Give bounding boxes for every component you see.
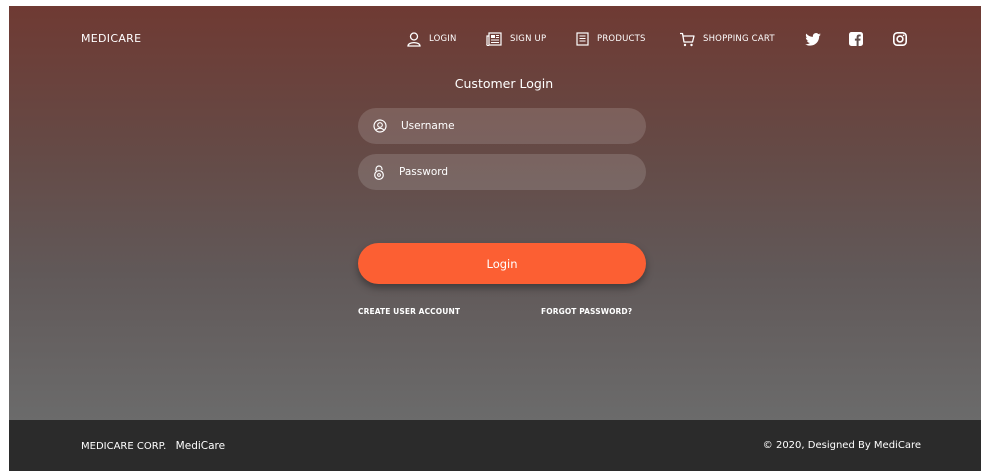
user-circle-icon bbox=[373, 119, 387, 133]
footer-site-name: MediCare bbox=[175, 440, 226, 452]
footer-brand: MEDICARE CORP. MediCare bbox=[81, 440, 225, 452]
lock-icon bbox=[374, 164, 384, 180]
newspaper-icon bbox=[486, 32, 502, 46]
nav-signup[interactable]: SIGN UP bbox=[486, 26, 546, 52]
nav-shopping-cart[interactable]: SHOPPING CART bbox=[679, 26, 775, 52]
login-button[interactable]: Login bbox=[358, 243, 646, 284]
facebook-icon bbox=[849, 32, 863, 46]
username-field-wrapper bbox=[358, 108, 646, 144]
instagram-link[interactable] bbox=[891, 30, 909, 48]
login-form-title: Customer Login bbox=[454, 76, 554, 91]
password-field-wrapper bbox=[358, 154, 646, 190]
cart-icon bbox=[680, 32, 695, 46]
nav-cart-label: SHOPPING CART bbox=[703, 34, 775, 44]
username-input[interactable] bbox=[401, 120, 621, 132]
nav-login-label: LOGIN bbox=[429, 34, 457, 44]
password-input[interactable] bbox=[399, 166, 619, 178]
page-frame: MEDICARE LOGIN SIGN UP PRODUCTS SHOPPING… bbox=[9, 6, 981, 471]
twitter-icon bbox=[805, 32, 821, 46]
create-account-link[interactable]: CREATE USER ACCOUNT bbox=[358, 307, 460, 316]
facebook-link[interactable] bbox=[847, 30, 865, 48]
instagram-icon bbox=[893, 32, 907, 46]
user-icon bbox=[407, 31, 421, 47]
nav-login[interactable]: LOGIN bbox=[407, 26, 457, 52]
forgot-password-link[interactable]: FORGOT PASSWORD? bbox=[541, 307, 632, 316]
nav-signup-label: SIGN UP bbox=[510, 34, 547, 44]
footer-corp-name: MEDICARE CORP. bbox=[81, 441, 167, 452]
nav-products[interactable]: PRODUCTS bbox=[576, 26, 646, 52]
hero-section: MEDICARE LOGIN SIGN UP PRODUCTS SHOPPING… bbox=[9, 6, 981, 420]
nav-products-label: PRODUCTS bbox=[597, 34, 646, 44]
footer: MEDICARE CORP. MediCare © 2020, Designed… bbox=[9, 420, 981, 471]
list-document-icon bbox=[576, 32, 589, 46]
top-nav: LOGIN SIGN UP PRODUCTS SHOPPING CART bbox=[9, 26, 981, 52]
footer-copyright: © 2020, Designed By MediCare bbox=[762, 440, 921, 451]
twitter-link[interactable] bbox=[804, 30, 822, 48]
